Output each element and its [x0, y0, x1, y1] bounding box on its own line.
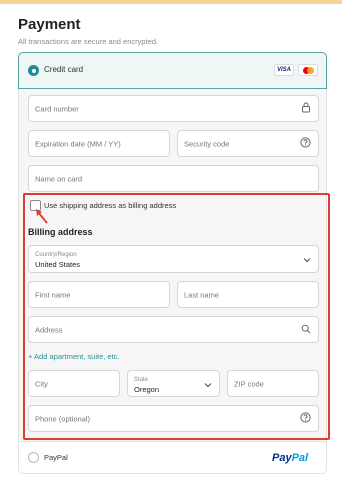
name-on-card-placeholder: Name on card [35, 174, 83, 183]
chevron-down-icon [204, 375, 212, 393]
first-name-placeholder: First name [35, 290, 71, 299]
address-placeholder: Address [35, 325, 63, 334]
expiration-date-placeholder: Expiration date (MM / YY) [35, 139, 121, 148]
help-icon[interactable] [300, 135, 311, 153]
credit-card-radio[interactable] [28, 65, 39, 76]
chevron-down-icon [303, 250, 311, 268]
state-label: State [134, 377, 149, 383]
help-icon[interactable] [300, 410, 311, 428]
top-accent-bar [0, 0, 342, 4]
billing-address-heading: Billing address [28, 227, 93, 237]
zip-code-placeholder: ZIP code [234, 379, 264, 388]
city-field[interactable]: City [28, 370, 120, 397]
phone-field[interactable]: Phone (optional) [28, 405, 319, 432]
state-value: Oregon [134, 385, 160, 394]
same-as-shipping-label[interactable]: Use shipping address as billing address [44, 201, 176, 210]
visa-icon: VISA [274, 64, 294, 76]
first-name-field[interactable]: First name [28, 281, 170, 308]
paypal-label: PayPal [44, 453, 68, 462]
card-number-placeholder: Card number [35, 104, 79, 113]
card-number-field[interactable]: Card number [28, 95, 319, 122]
state-select[interactable]: State Oregon [127, 370, 220, 397]
mastercard-icon [298, 64, 318, 76]
search-icon [301, 321, 311, 339]
page-subtitle: All transactions are secure and encrypte… [18, 37, 159, 46]
address-field[interactable]: Address [28, 316, 319, 343]
security-code-field[interactable]: Security code [177, 130, 319, 157]
phone-placeholder: Phone (optional) [35, 414, 91, 423]
last-name-placeholder: Last name [184, 290, 220, 299]
security-code-placeholder: Security code [184, 139, 230, 148]
paypal-logo-icon: PayPal [272, 452, 309, 464]
country-value: United States [35, 260, 81, 269]
expiration-date-field[interactable]: Expiration date (MM / YY) [28, 130, 170, 157]
lock-icon [301, 100, 311, 118]
last-name-field[interactable]: Last name [177, 281, 319, 308]
add-apartment-link[interactable]: + Add apartment, suite, etc. [28, 352, 120, 361]
credit-card-label: Credit card [44, 65, 84, 74]
country-select[interactable]: Country/Region United States [28, 245, 319, 273]
name-on-card-field[interactable]: Name on card [28, 165, 319, 192]
page-title: Payment [18, 16, 81, 33]
zip-code-field[interactable]: ZIP code [227, 370, 319, 397]
city-placeholder: City [35, 379, 48, 388]
paypal-radio[interactable] [28, 452, 39, 463]
country-label: Country/Region [35, 252, 77, 258]
